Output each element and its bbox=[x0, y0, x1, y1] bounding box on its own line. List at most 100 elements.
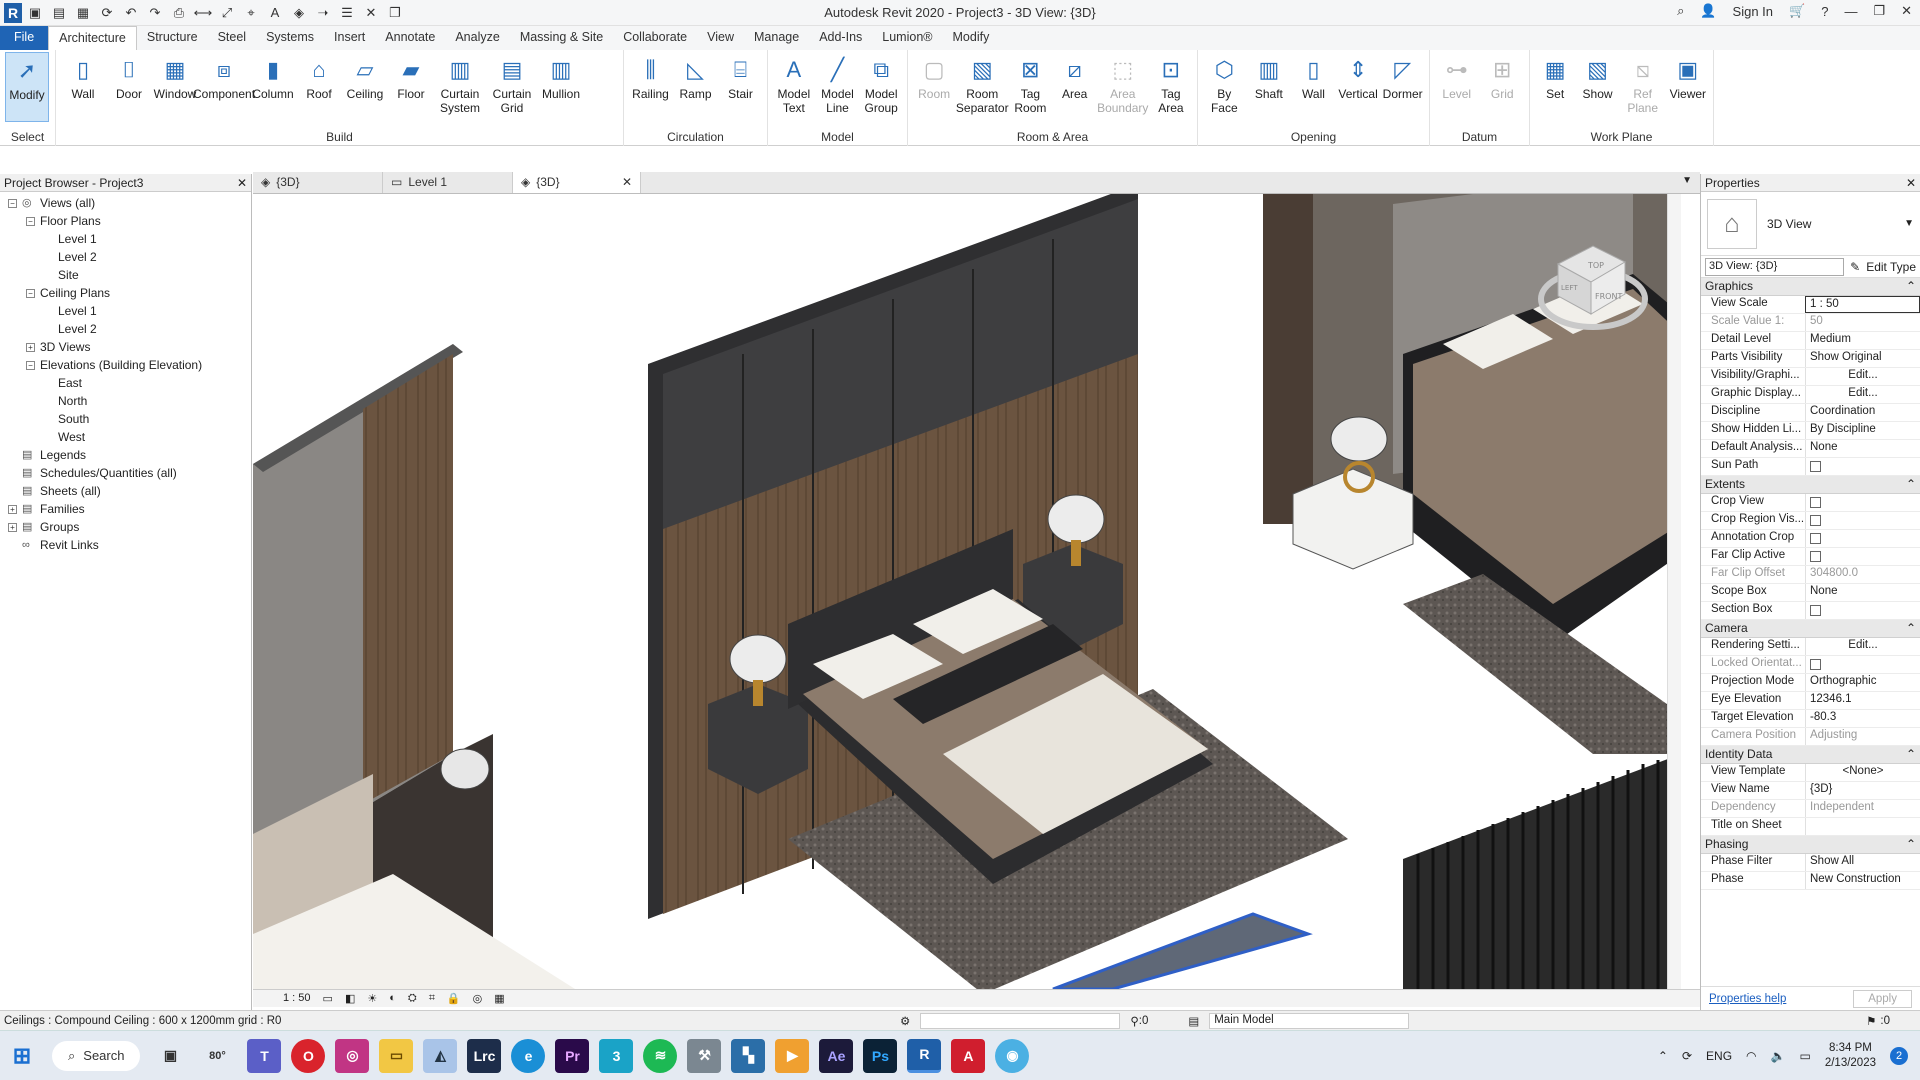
crop-icon[interactable]: ⌗ bbox=[429, 992, 435, 1005]
checkbox[interactable] bbox=[1810, 497, 1821, 508]
property-value[interactable]: -80.3 bbox=[1805, 710, 1920, 727]
mullion-button[interactable]: ▥ Mullion bbox=[539, 52, 583, 102]
collapse-icon[interactable]: − bbox=[8, 198, 17, 208]
ref-plane-button[interactable]: ⧅ Ref Plane bbox=[1620, 52, 1666, 116]
curtain-grid-button[interactable]: ▤ Curtain Grid bbox=[487, 52, 537, 116]
window-button[interactable]: ▦ Window bbox=[153, 52, 197, 102]
tree-item[interactable]: Level 2 bbox=[0, 320, 251, 338]
tab-annotate[interactable]: Annotate bbox=[375, 26, 445, 50]
property-checkbox[interactable] bbox=[1805, 458, 1920, 475]
viewcube-front-label[interactable]: FRONT bbox=[1595, 292, 1622, 301]
by-face-button[interactable]: ⬡ By Face bbox=[1203, 52, 1246, 116]
photos-icon[interactable]: ◭ bbox=[423, 1038, 458, 1073]
switch-windows-icon[interactable]: ❐ bbox=[384, 3, 406, 23]
tab-view[interactable]: View bbox=[697, 26, 744, 50]
property-checkbox[interactable] bbox=[1805, 494, 1920, 511]
viewer-button[interactable]: ▣ Viewer bbox=[1668, 52, 1708, 102]
lock-icon[interactable]: 🔒 bbox=[447, 992, 461, 1005]
property-value[interactable]: 1 : 50 bbox=[1805, 296, 1920, 313]
grid-button[interactable]: ⊞ Grid bbox=[1481, 52, 1525, 102]
roof-button[interactable]: ⌂ Roof bbox=[297, 52, 341, 102]
tag-icon[interactable]: ⌖ bbox=[240, 3, 262, 23]
minimize-icon[interactable]: — bbox=[1844, 4, 1857, 19]
tab-systems[interactable]: Systems bbox=[256, 26, 324, 50]
tree-item[interactable]: + ▤ Groups bbox=[0, 518, 251, 536]
tree-item[interactable]: Level 2 bbox=[0, 248, 251, 266]
close-hidden-icon[interactable]: ✕ bbox=[360, 3, 382, 23]
teams-icon[interactable]: T bbox=[247, 1038, 282, 1073]
tree-item[interactable]: North bbox=[0, 392, 251, 410]
collapse-icon[interactable]: − bbox=[26, 216, 35, 226]
tree-item[interactable]: − Elevations (Building Elevation) bbox=[0, 356, 251, 374]
collapse-icon[interactable]: ⌃ bbox=[1906, 621, 1916, 636]
modify-button[interactable]: ➚ Modify bbox=[5, 52, 49, 122]
door-button[interactable]: ⌷ Door bbox=[107, 52, 151, 102]
undo-icon[interactable]: ↶ bbox=[120, 3, 142, 23]
checkbox[interactable] bbox=[1810, 605, 1821, 616]
shadows-icon[interactable]: ◐ bbox=[389, 992, 396, 1005]
property-value[interactable]: Show Original bbox=[1805, 350, 1920, 367]
tab-add-ins[interactable]: Add-Ins bbox=[809, 26, 872, 50]
model-line-button[interactable]: ╱ Model Line bbox=[817, 52, 859, 116]
checkbox[interactable] bbox=[1810, 515, 1821, 526]
tab-architecture[interactable]: Architecture bbox=[48, 26, 137, 50]
checkbox[interactable] bbox=[1810, 533, 1821, 544]
dimension-icon[interactable]: ⤢ bbox=[216, 3, 238, 23]
chevron-down-icon[interactable]: ▼ bbox=[1904, 218, 1920, 229]
section-phasing[interactable]: Phasing ⌃ bbox=[1701, 836, 1920, 854]
property-value[interactable]: Coordination bbox=[1805, 404, 1920, 421]
photoshop-icon[interactable]: Ps bbox=[863, 1038, 898, 1073]
taskbar-search[interactable]: ⌕ Search bbox=[52, 1040, 141, 1071]
property-value[interactable]: {3D} bbox=[1805, 782, 1920, 799]
property-value[interactable]: Show All bbox=[1805, 854, 1920, 871]
tree-item[interactable]: − Floor Plans bbox=[0, 212, 251, 230]
help-icon[interactable]: ? bbox=[1821, 4, 1828, 19]
premiere-icon[interactable]: Pr bbox=[555, 1038, 590, 1073]
tree-item[interactable]: East bbox=[0, 374, 251, 392]
area-boundary-button[interactable]: ⬚ Area Boundary bbox=[1097, 52, 1148, 116]
text-icon[interactable]: A bbox=[264, 3, 286, 23]
restore-icon[interactable]: ❐ bbox=[1873, 3, 1885, 19]
properties-help-link[interactable]: Properties help bbox=[1709, 993, 1786, 1005]
app-3-icon[interactable]: 3 bbox=[599, 1038, 634, 1073]
cart-icon[interactable]: 🛒 bbox=[1789, 3, 1805, 19]
tab-3d-active[interactable]: ◈ {3D} ✕ bbox=[513, 172, 641, 193]
edge-icon[interactable]: e bbox=[511, 1038, 546, 1073]
stair-button[interactable]: ⌸ Stair bbox=[719, 52, 762, 102]
autocad-icon[interactable]: A bbox=[951, 1038, 986, 1073]
chevron-up-icon[interactable]: ⌃ bbox=[1658, 1049, 1668, 1063]
curtain-system-button[interactable]: ▥ Curtain System bbox=[435, 52, 485, 116]
wall-button[interactable]: ▯ Wall bbox=[1292, 52, 1335, 102]
search-icon[interactable]: ⌕ bbox=[1677, 3, 1684, 19]
model-canvas[interactable]: TOP FRONT LEFT bbox=[253, 194, 1681, 989]
level-button[interactable]: ⊶ Level bbox=[1435, 52, 1479, 102]
tree-item[interactable]: − Ceiling Plans bbox=[0, 284, 251, 302]
set-button[interactable]: ▦ Set bbox=[1535, 52, 1575, 102]
apply-button[interactable]: Apply bbox=[1853, 989, 1912, 1008]
close-icon[interactable]: ✕ bbox=[1901, 3, 1912, 19]
viewport-scrollbar[interactable] bbox=[1667, 194, 1681, 989]
after-effects-icon[interactable]: Ae bbox=[819, 1038, 854, 1073]
section-identity-data[interactable]: Identity Data ⌃ bbox=[1701, 746, 1920, 764]
tab-massing-site[interactable]: Massing & Site bbox=[510, 26, 613, 50]
property-value[interactable]: New Construction bbox=[1805, 872, 1920, 889]
sync-icon[interactable]: ⟳ bbox=[1682, 1049, 1692, 1063]
sun-path-icon[interactable]: ☀ bbox=[367, 992, 377, 1005]
wifi-icon[interactable]: ◠ bbox=[1746, 1049, 1756, 1063]
tag-room-button[interactable]: ⊠ Tag Room bbox=[1009, 52, 1051, 116]
room-button[interactable]: ▢ Room bbox=[913, 52, 955, 102]
tab-collaborate[interactable]: Collaborate bbox=[613, 26, 697, 50]
selection-filter-icon[interactable]: ⚑ bbox=[1866, 1014, 1876, 1028]
filter-icon[interactable]: ⚲ bbox=[1130, 1014, 1138, 1028]
save-icon[interactable]: ▦ bbox=[72, 3, 94, 23]
property-checkbox[interactable] bbox=[1805, 512, 1920, 529]
battery-icon[interactable]: ▭ bbox=[1799, 1049, 1810, 1063]
checkbox[interactable] bbox=[1810, 551, 1821, 562]
hide-icon[interactable]: ◎ bbox=[473, 992, 483, 1005]
viewcube-left-label[interactable]: LEFT bbox=[1561, 284, 1578, 292]
select-label[interactable]: Select bbox=[0, 130, 55, 144]
app-tile-icon[interactable]: ▚ bbox=[731, 1038, 766, 1073]
tree-item[interactable]: Site bbox=[0, 266, 251, 284]
tree-item[interactable]: ▤ Schedules/Quantities (all) bbox=[0, 464, 251, 482]
3d-viewport[interactable]: TOP FRONT LEFT bbox=[253, 194, 1681, 989]
